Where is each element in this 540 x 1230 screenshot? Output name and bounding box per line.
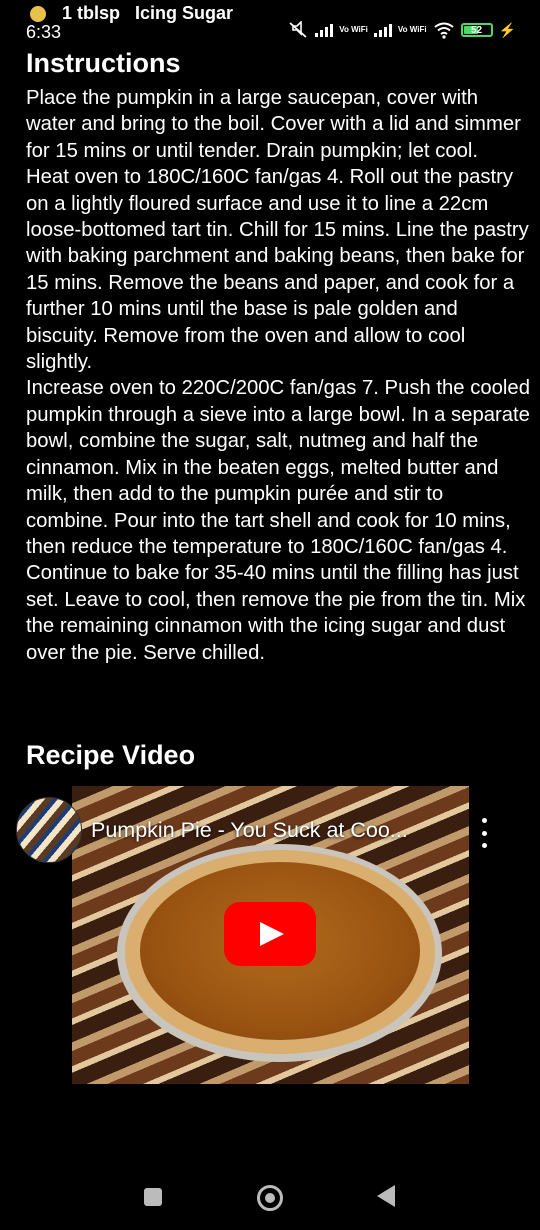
instructions-body: Place the pumpkin in a large saucepan, c… <box>26 85 531 666</box>
more-vert-icon[interactable] <box>476 818 492 848</box>
video-title[interactable]: Pumpkin Pie - You Suck at Coo... <box>91 818 451 843</box>
signal-icon <box>373 23 392 37</box>
home-icon[interactable] <box>257 1185 283 1211</box>
channel-avatar[interactable] <box>16 797 82 863</box>
status-icons: Vo WiFi Vo WiFi 52 ⚡ <box>287 18 516 42</box>
recipe-video-title: Recipe Video <box>26 740 196 770</box>
instructions-title: Instructions <box>26 48 181 78</box>
navigation-bar <box>0 1168 540 1228</box>
status-bar: 1 tblsp Icing Sugar 6:33 Vo WiFi Vo WiFi… <box>0 0 540 46</box>
instruction-step: Heat oven to 180C/160C fan/gas 4. Roll o… <box>26 166 529 374</box>
signal-icon <box>315 23 334 37</box>
battery-icon: 52 <box>460 23 493 37</box>
notification-quantity: 1 tblsp <box>62 3 121 23</box>
recents-icon[interactable] <box>144 1188 162 1206</box>
play-icon[interactable] <box>224 902 316 966</box>
instruction-step: Increase oven to 220C/200C fan/gas 7. Pu… <box>26 377 530 664</box>
notification-dot-icon <box>30 6 46 22</box>
instruction-step: Place the pumpkin in a large saucepan, c… <box>26 87 521 162</box>
battery-level: 52 <box>471 24 483 36</box>
back-icon[interactable] <box>377 1185 395 1207</box>
vowifi-label: Vo WiFi <box>397 25 427 34</box>
notification-text: 1 tblsp Icing Sugar <box>62 3 233 24</box>
clock: 6:33 <box>26 22 62 42</box>
wifi-icon <box>433 22 454 39</box>
charging-icon: ⚡ <box>498 21 516 38</box>
vowifi-label: Vo WiFi <box>339 25 368 34</box>
notification-item: Icing Sugar <box>135 3 234 23</box>
mute-icon <box>289 21 307 38</box>
